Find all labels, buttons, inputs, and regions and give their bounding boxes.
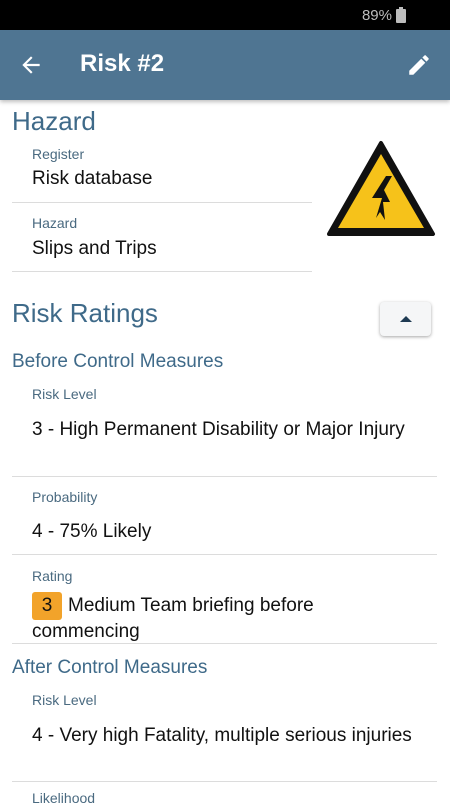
- hazard-label: Hazard: [32, 215, 78, 231]
- after-risk-level-value: 4 - Very high Fatality, multiple serious…: [32, 725, 412, 746]
- before-probability-label: Probability: [32, 489, 98, 505]
- battery-percentage: 89%: [361, 7, 392, 24]
- status-bar: 89%: [0, 0, 450, 30]
- page-title: Risk #2: [80, 50, 165, 77]
- risk-ratings-title: Risk Ratings: [12, 298, 158, 328]
- before-probability-field: Probability 4 - 75% Likely: [12, 477, 437, 555]
- rating-badge: 3: [32, 592, 62, 620]
- after-control-measures-title: After Control Measures: [12, 657, 208, 678]
- before-rating-label: Rating: [32, 568, 73, 584]
- before-rating-value: Medium Team briefing before commencing: [32, 595, 314, 642]
- register-value: Risk database: [32, 168, 153, 189]
- after-likelihood-label: Likelihood: [32, 790, 96, 806]
- hazard-field: Hazard Slips and Trips: [12, 203, 312, 272]
- app-bar: Risk #2: [0, 30, 450, 100]
- electrical-hazard-icon: [327, 141, 435, 236]
- after-risk-level-label: Risk Level: [32, 692, 97, 708]
- pencil-icon[interactable]: [406, 52, 432, 78]
- before-probability-value: 4 - 75% Likely: [32, 521, 152, 542]
- before-risk-level-field: Risk Level 3 - High Permanent Disability…: [12, 378, 437, 477]
- arrow-left-icon[interactable]: [18, 52, 44, 78]
- after-risk-level-field: Risk Level 4 - Very high Fatality, multi…: [12, 684, 437, 782]
- before-risk-level-label: Risk Level: [32, 386, 97, 402]
- before-rating-field: Rating 3 Medium Team briefing before comm…: [12, 555, 437, 644]
- collapse-button[interactable]: [380, 302, 431, 336]
- before-control-measures-title: Before Control Measures: [12, 351, 224, 372]
- battery-icon: [396, 7, 406, 23]
- hazard-section-title: Hazard: [12, 106, 96, 136]
- chevron-up-icon: [400, 316, 412, 322]
- register-field: Register Risk database: [12, 140, 312, 203]
- before-rating-value-row: 3 Medium Team briefing before commencing: [32, 592, 392, 644]
- register-label: Register: [32, 146, 85, 162]
- before-risk-level-value: 3 - High Permanent Disability or Major I…: [32, 419, 405, 440]
- hazard-value: Slips and Trips: [32, 238, 157, 259]
